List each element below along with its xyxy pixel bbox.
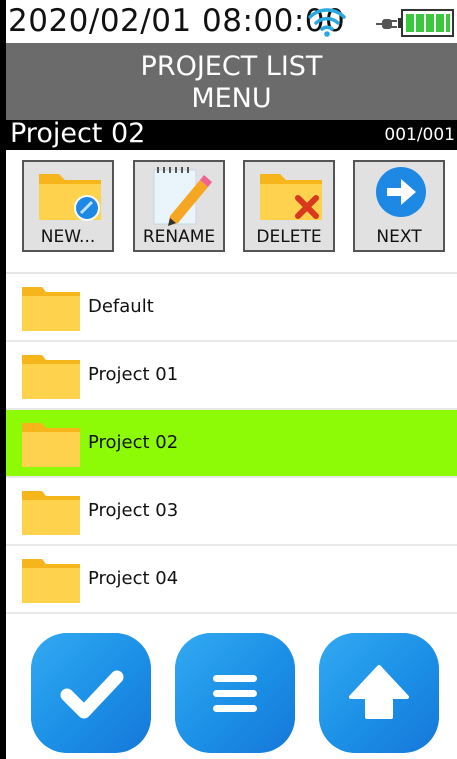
next-button[interactable]: NEXT	[353, 160, 445, 252]
folder-icon	[22, 559, 80, 603]
power-plug-icon	[376, 19, 397, 29]
menu-icon	[213, 675, 257, 712]
delete-button[interactable]: DELETE	[243, 160, 335, 252]
rename-button[interactable]: RENAME	[133, 160, 225, 252]
page-title: PROJECT LIST MENU	[6, 43, 457, 120]
folder-icon	[22, 491, 80, 535]
list-item-label: Project 04	[88, 568, 179, 589]
delete-folder-icon	[260, 174, 322, 220]
title-line-2: MENU	[191, 83, 272, 114]
wifi-icon	[308, 8, 346, 37]
list-item[interactable]: Project 01	[6, 342, 457, 410]
list-item-label: Project 02	[88, 432, 179, 453]
delete-button-label: DELETE	[256, 227, 322, 247]
list-item-label: Default	[88, 296, 154, 317]
new-button[interactable]: NEW...	[22, 160, 114, 252]
folder-icon	[22, 423, 80, 467]
next-button-label: NEXT	[376, 227, 422, 247]
project-list: Default Project 01 Project 02 Project 03…	[6, 274, 457, 614]
folder-icon	[22, 287, 80, 331]
folder-icon	[22, 355, 80, 399]
rename-button-label: RENAME	[142, 227, 216, 247]
up-arrow-icon	[349, 665, 409, 719]
current-project-name: Project 02	[10, 118, 146, 149]
list-item[interactable]: Project 04	[6, 546, 457, 614]
page-counter: 001/001	[384, 125, 455, 145]
title-line-1: PROJECT LIST	[140, 51, 323, 82]
list-item-selected[interactable]: Project 02	[6, 410, 457, 478]
datetime: 2020/02/01 08:00:00	[8, 3, 346, 39]
screen: 2020/02/01 08:00:00 PROJECT LIST MENU Pr…	[6, 0, 457, 759]
check-icon	[60, 670, 124, 719]
up-button[interactable]	[319, 633, 439, 753]
list-item-label: Project 03	[88, 500, 179, 521]
menu-button[interactable]	[175, 633, 295, 753]
rename-icon	[153, 167, 212, 226]
list-item[interactable]: Default	[6, 274, 457, 342]
list-item[interactable]: Project 03	[6, 478, 457, 546]
new-button-label: NEW...	[40, 227, 96, 247]
list-item-label: Project 01	[88, 364, 179, 385]
current-project-bar: Project 02 001/001	[6, 118, 457, 150]
confirm-button[interactable]	[31, 633, 151, 753]
device: 2020/02/01 08:00:00 PROJECT LIST MENU Pr…	[0, 0, 457, 759]
new-folder-icon	[39, 174, 101, 221]
status-bar: 2020/02/01 08:00:00	[6, 0, 457, 43]
battery-icon	[398, 9, 454, 37]
toolbar: NEW... RENAME DELETE NEXT	[6, 150, 457, 272]
next-arrow-icon	[376, 167, 426, 217]
